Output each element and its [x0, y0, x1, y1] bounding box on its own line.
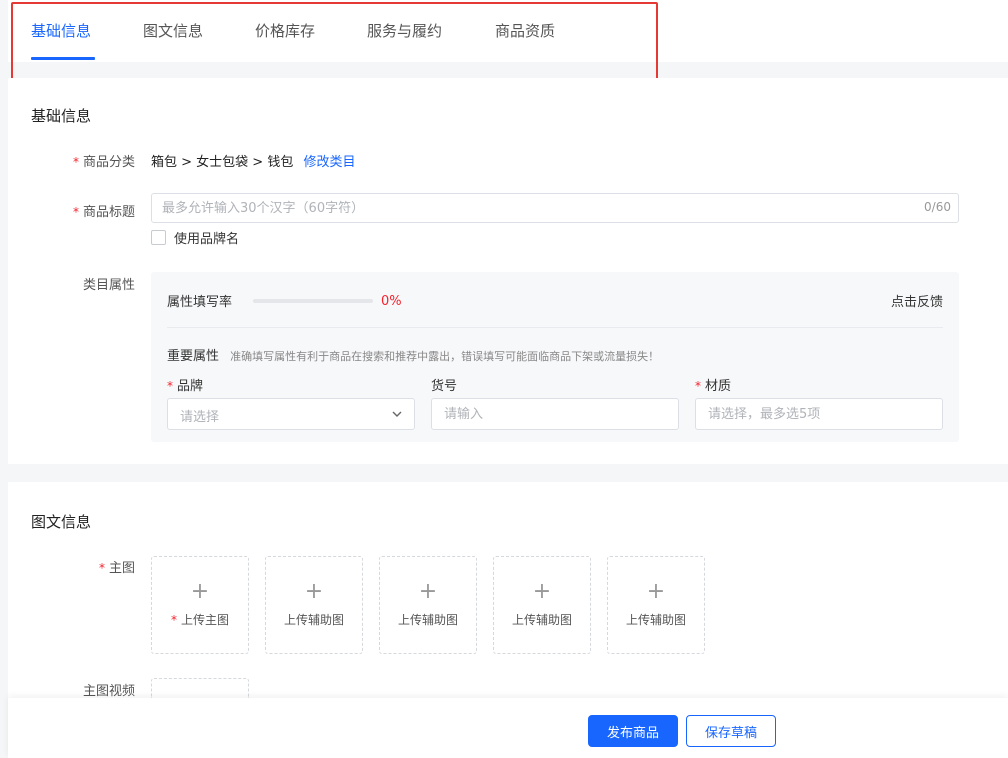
important-attributes-tip: 准确填写属性有利于商品在搜索和推荐中露出，错误填写可能面临商品下架或流量损失！	[230, 350, 660, 363]
upload-video-tile[interactable]	[151, 678, 249, 698]
section-tabs: 基础信息 图文信息 价格库存 服务与履约 商品资质	[8, 0, 1008, 62]
fill-rate-label: 属性填写率	[167, 295, 233, 310]
plus-icon: +	[304, 579, 324, 604]
tab-price-stock[interactable]: 价格库存	[255, 20, 315, 41]
attributes-panel: 属性填写率 0% 点击反馈 重要属性 准确填写属性有利于商品在搜索和推荐中露出，…	[151, 272, 959, 442]
publish-product-button[interactable]: 发布商品	[588, 715, 678, 747]
upload-main-image-tile[interactable]: + * 上传主图	[151, 556, 249, 654]
main-video-label: 主图视频	[82, 684, 135, 699]
upload-aux-image-tile[interactable]: + 上传辅助图	[379, 556, 477, 654]
item-number-input[interactable]	[431, 398, 679, 430]
required-mark: *	[98, 561, 105, 575]
category-attributes-label: 类目属性	[82, 278, 135, 293]
brand-label: * 品牌	[167, 379, 204, 394]
edit-category-link[interactable]: 修改类目	[303, 155, 355, 170]
product-title-input[interactable]	[151, 193, 959, 223]
brand-select-placeholder: 请选择	[180, 410, 220, 425]
plus-icon: +	[532, 579, 552, 604]
action-footer: 发布商品 保存草稿	[8, 698, 1008, 758]
required-mark: *	[695, 379, 701, 393]
important-attributes-header: 重要属性 准确填写属性有利于商品在搜索和推荐中露出，错误填写可能面临商品下架或流…	[167, 345, 659, 364]
media-info-title: 图文信息	[31, 513, 92, 531]
upload-aux-image-tile[interactable]: + 上传辅助图	[607, 556, 705, 654]
product-edit-page: 基础信息 图文信息 价格库存 服务与履约 商品资质 基础信息 * 商品分类 箱包 …	[0, 0, 1008, 758]
use-brand-name-label: 使用品牌名	[174, 232, 240, 247]
fill-rate-percent: 0%	[381, 294, 402, 309]
use-brand-name-checkbox[interactable]	[151, 230, 166, 245]
important-attributes-title: 重要属性	[167, 349, 220, 364]
upload-aux-image-label: 上传辅助图	[283, 613, 344, 627]
upload-aux-image-label: 上传辅助图	[625, 613, 686, 627]
material-select[interactable]	[695, 398, 943, 430]
tab-qualification[interactable]: 商品资质	[495, 20, 555, 41]
upload-aux-image-tile[interactable]: + 上传辅助图	[493, 556, 591, 654]
category-path: 箱包 > 女士包袋 > 钱包	[151, 155, 294, 170]
divider	[167, 327, 943, 328]
feedback-link[interactable]: 点击反馈	[891, 291, 943, 310]
main-image-label: * 主图	[98, 561, 135, 576]
media-info-section: 图文信息 * 主图 + * 上传主图 + 上传辅助图 + 上传辅助图 + 上传辅助图…	[8, 482, 1008, 699]
plus-icon: +	[646, 579, 666, 604]
required-mark: *	[72, 155, 79, 169]
brand-select[interactable]: 请选择	[167, 398, 415, 430]
upload-aux-image-label: 上传辅助图	[397, 613, 458, 627]
tab-basic-info[interactable]: 基础信息	[31, 20, 91, 41]
tab-service-fulfillment[interactable]: 服务与履约	[367, 20, 442, 41]
material-label: * 材质	[695, 379, 732, 394]
required-mark: *	[167, 379, 173, 393]
upload-aux-image-label: 上传辅助图	[511, 613, 572, 627]
plus-icon: +	[190, 579, 210, 604]
active-tab-indicator	[31, 57, 95, 60]
required-mark: *	[170, 613, 177, 627]
basic-info-section: 基础信息 *商品分类 箱包 > 女士包袋 > 钱包 修改类目 *商品标题 0/6…	[8, 78, 1008, 464]
basic-info-title: 基础信息	[31, 107, 92, 125]
plus-icon: +	[418, 579, 438, 604]
fill-rate-progress	[253, 299, 373, 303]
title-char-counter: 0/60	[924, 200, 951, 214]
use-brand-name-option[interactable]: 使用品牌名	[151, 228, 239, 247]
item-number-label: 货号	[431, 379, 458, 394]
save-draft-button[interactable]: 保存草稿	[686, 715, 776, 747]
product-title-label: * 商品标题	[72, 205, 135, 220]
tab-media-info[interactable]: 图文信息	[143, 20, 203, 41]
category-value: 箱包 > 女士包袋 > 钱包 修改类目	[151, 151, 355, 170]
chevron-down-icon	[392, 411, 402, 417]
upload-aux-image-tile[interactable]: + 上传辅助图	[265, 556, 363, 654]
category-label: * 商品分类	[72, 155, 135, 170]
required-mark: *	[72, 205, 79, 219]
upload-main-image-label: * 上传主图	[170, 613, 229, 627]
